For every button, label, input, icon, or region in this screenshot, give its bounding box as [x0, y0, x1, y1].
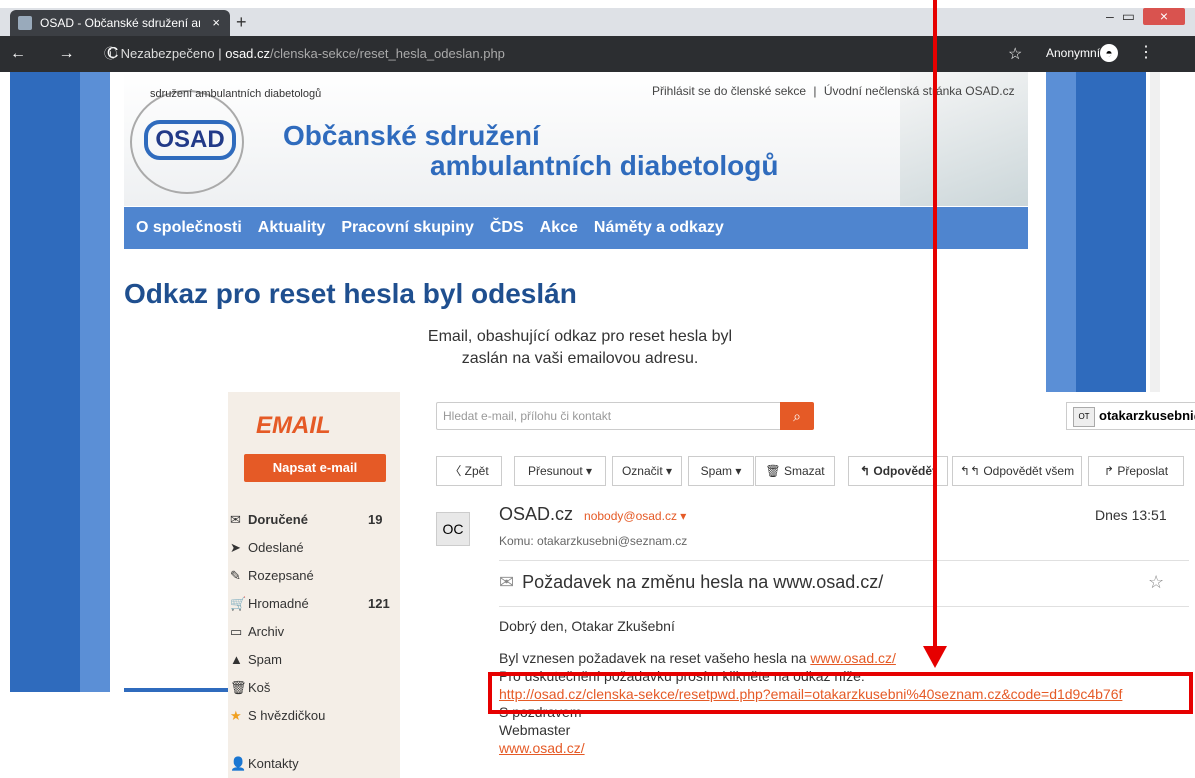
- home-link[interactable]: Úvodní nečlenská stránka OSAD.cz: [824, 84, 1015, 98]
- site-link[interactable]: www.osad.cz/: [810, 650, 896, 666]
- nav-item-events[interactable]: Akce: [540, 219, 578, 237]
- folder-label: S hvězdičkou: [248, 708, 326, 723]
- spam-button[interactable]: Spam ▾: [688, 456, 754, 486]
- person-icon: 👤: [230, 756, 247, 771]
- window-controls: – ▭ ×: [1106, 8, 1185, 25]
- signature: Webmaster: [499, 722, 571, 738]
- user-email: otakarzkusebni@: [1099, 408, 1195, 423]
- sender-email[interactable]: nobody@osad.cz ▾: [584, 509, 686, 523]
- folder-label: Spam: [248, 652, 282, 667]
- right-decoration: [1046, 72, 1146, 392]
- login-link[interactable]: Přihlásit se do členské sekce: [652, 84, 806, 98]
- tab-title: OSAD - Občanské sdružení ambul: [40, 16, 200, 30]
- move-button[interactable]: Přesunout ▾: [514, 456, 606, 486]
- archive-icon: ▭: [230, 624, 243, 639]
- email-sidebar: EMAIL Napsat e-mail ✉ Doručené 19 ➤ Odes…: [228, 392, 400, 778]
- scrollbar[interactable]: [1150, 72, 1160, 392]
- annotation-arrow-line: [933, 0, 937, 646]
- sender-name[interactable]: OSAD.cz: [499, 504, 573, 524]
- search-input[interactable]: Hledat e-mail, přílohu či kontakt: [436, 402, 786, 430]
- greeting: Dobrý den, Otakar Zkušební: [499, 618, 675, 634]
- logo-ring-text: sdružení ambulantních diabetologů: [150, 88, 322, 100]
- warning-icon: ▲: [230, 652, 243, 667]
- favicon-icon: [18, 16, 32, 30]
- annotation-highlight-box: [488, 672, 1193, 714]
- folder-label: Doručené: [248, 512, 308, 527]
- star-icon: ★: [230, 708, 242, 723]
- user-avatar: OT: [1073, 406, 1095, 427]
- site-title-line1: Občanské sdružení: [283, 120, 540, 151]
- folder-count: 19: [368, 512, 383, 527]
- browser-tab[interactable]: OSAD - Občanské sdružení ambul ×: [10, 10, 230, 36]
- folder-label: Hromadné: [248, 596, 309, 611]
- recipient: Komu: otakarzkusebni@seznam.cz: [499, 534, 688, 548]
- bookmark-star-icon[interactable]: ☆: [1008, 44, 1022, 64]
- incognito-label: Anonymní: [1046, 46, 1101, 60]
- url-separator: |: [218, 46, 222, 61]
- email-client: EMAIL Napsat e-mail ✉ Doručené 19 ➤ Odes…: [228, 392, 1195, 778]
- inbox-icon: ✉: [230, 512, 241, 527]
- page-title: Odkaz pro reset hesla byl odeslán: [124, 278, 577, 309]
- delete-button[interactable]: 🗑 Smazat: [755, 456, 835, 486]
- tab-close-icon[interactable]: ×: [212, 10, 220, 36]
- address-bar[interactable]: ⓘ Nezabezpečeno | osad.cz/clenska-sekce/…: [104, 44, 505, 64]
- left-decoration: [10, 72, 110, 692]
- browser-toolbar: ← → C ⓘ Nezabezpečeno | osad.cz/clenska-…: [0, 36, 1195, 72]
- nav-item-workgroups[interactable]: Pracovní skupiny: [341, 219, 474, 237]
- trash-icon: 🗑: [230, 680, 247, 695]
- incognito-icon[interactable]: ◓: [1100, 44, 1118, 62]
- url-host: osad.cz: [225, 46, 271, 61]
- star-toggle-icon[interactable]: ☆: [1148, 572, 1164, 593]
- osad-logo[interactable]: OSAD: [144, 120, 236, 160]
- body-line1-text: Byl vznesen požadavek na reset vašeho he…: [499, 650, 807, 666]
- mark-button[interactable]: Označit ▾: [612, 456, 682, 486]
- nav-item-news[interactable]: Aktuality: [258, 219, 326, 237]
- reply-all-button[interactable]: ↰↰ Odpovědět všem: [952, 456, 1082, 486]
- user-account[interactable]: OT otakarzkusebni@: [1066, 402, 1195, 430]
- message-date: Dnes 13:51: [1095, 507, 1167, 523]
- envelope-icon: ✉: [499, 572, 515, 592]
- forward-button[interactable]: ↱ Přeposlat: [1088, 456, 1184, 486]
- folder-label: Archiv: [248, 624, 285, 639]
- minimize-button[interactable]: –: [1106, 8, 1114, 25]
- site-title-line2: ambulantních diabetologů: [430, 150, 779, 181]
- email-logo[interactable]: EMAIL: [256, 412, 331, 440]
- sent-icon: ➤: [230, 540, 241, 555]
- url-path: /clenska-sekce/reset_hesla_odeslan.php: [270, 46, 505, 61]
- maximize-button[interactable]: ▭: [1122, 8, 1135, 25]
- new-tab-button[interactable]: +: [236, 12, 247, 33]
- subject-text: Požadavek na změnu hesla na www.osad.cz/: [522, 572, 884, 592]
- folder-count: 121: [368, 596, 390, 611]
- sender-avatar: OC: [436, 512, 470, 546]
- security-indicator[interactable]: ⓘ Nezabezpečeno: [104, 46, 215, 61]
- drafts-icon: ✎: [230, 568, 241, 583]
- folder-label: Rozepsané: [248, 568, 314, 583]
- main-nav: O společnosti Aktuality Pracovní skupiny…: [124, 207, 1028, 249]
- folder-label: Odeslané: [248, 540, 304, 555]
- compose-button[interactable]: Napsat e-mail: [244, 454, 386, 482]
- cart-icon: 🛒: [230, 596, 247, 611]
- signature-link[interactable]: www.osad.cz/: [499, 740, 585, 756]
- nav-item-about[interactable]: O společnosti: [136, 219, 242, 237]
- divider: [499, 606, 1189, 607]
- close-window-button[interactable]: ×: [1143, 8, 1185, 25]
- message-subject: ✉ Požadavek na změnu hesla na www.osad.cz…: [499, 572, 883, 593]
- nav-item-links[interactable]: Náměty a odkazy: [594, 219, 724, 237]
- body-line1: Byl vznesen požadavek na reset vašeho he…: [499, 650, 896, 666]
- annotation-arrow-head: [923, 646, 947, 668]
- search-icon[interactable]: ⌕: [780, 402, 814, 430]
- confirmation-message: Email, obashující odkaz pro reset hesla …: [380, 326, 780, 370]
- back-button[interactable]: 〈 Zpět: [436, 456, 502, 486]
- folder-label: Kontakty: [248, 756, 299, 771]
- message-line1: Email, obashující odkaz pro reset hesla …: [427, 328, 733, 345]
- message-line2: zaslán na vaši emailovou adresu.: [461, 350, 699, 367]
- toplinks-separator: |: [813, 84, 817, 98]
- divider: [499, 560, 1189, 561]
- nav-item-cds[interactable]: ČDS: [490, 219, 524, 237]
- browser-menu-icon[interactable]: ⋮: [1138, 42, 1154, 62]
- top-links: Přihlásit se do členské sekce | Úvodní n…: [650, 84, 1017, 98]
- footer-accent: [124, 688, 228, 692]
- sender-info: OSAD.cz nobody@osad.cz ▾: [499, 504, 686, 525]
- folder-label: Koš: [248, 680, 271, 695]
